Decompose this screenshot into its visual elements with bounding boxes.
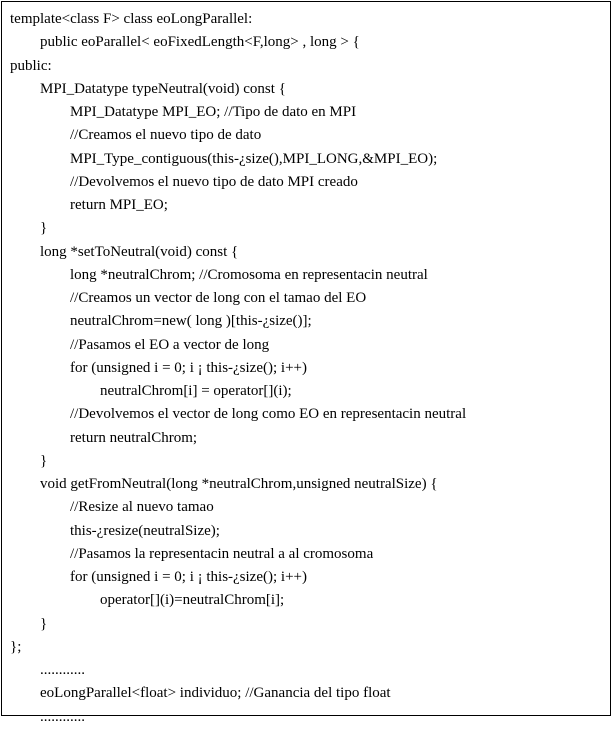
code-line: ............ bbox=[40, 706, 602, 729]
code-line: return neutralChrom; bbox=[70, 427, 602, 450]
code-line: for (unsigned i = 0; i ¡ this-¿size(); i… bbox=[70, 357, 602, 380]
code-line: //Creamos el nuevo tipo de dato bbox=[70, 124, 602, 147]
code-line: MPI_Datatype typeNeutral(void) const { bbox=[40, 78, 602, 101]
code-line: neutralChrom[i] = operator[](i); bbox=[100, 380, 602, 403]
code-line: public: bbox=[10, 55, 602, 78]
code-line: operator[](i)=neutralChrom[i]; bbox=[100, 589, 602, 612]
code-line: } bbox=[40, 613, 602, 636]
code-line: this-¿resize(neutralSize); bbox=[70, 520, 602, 543]
code-listing-frame: template<class F> class eoLongParallel: … bbox=[1, 1, 611, 716]
code-line: ............ bbox=[40, 659, 602, 682]
code-line: template<class F> class eoLongParallel: bbox=[10, 8, 602, 31]
code-line: eoLongParallel<float> individuo; //Ganan… bbox=[40, 682, 602, 705]
code-line: public eoParallel< eoFixedLength<F,long>… bbox=[40, 31, 602, 54]
code-line: //Pasamos el EO a vector de long bbox=[70, 334, 602, 357]
code-line: void getFromNeutral(long *neutralChrom,u… bbox=[40, 473, 602, 496]
code-line: neutralChrom=new( long )[this-¿size()]; bbox=[70, 310, 602, 333]
code-line: MPI_Type_contiguous(this-¿size(),MPI_LON… bbox=[70, 148, 602, 171]
code-line: MPI_Datatype MPI_EO; //Tipo de dato en M… bbox=[70, 101, 602, 124]
code-line: } bbox=[40, 450, 602, 473]
code-line: //Creamos un vector de long con el tamao… bbox=[70, 287, 602, 310]
code-line: //Pasamos la representacin neutral a al … bbox=[70, 543, 602, 566]
code-line: }; bbox=[10, 636, 602, 659]
code-line: for (unsigned i = 0; i ¡ this-¿size(); i… bbox=[70, 566, 602, 589]
code-line: long *setToNeutral(void) const { bbox=[40, 241, 602, 264]
code-line: long *neutralChrom; //Cromosoma en repre… bbox=[70, 264, 602, 287]
code-line: return MPI_EO; bbox=[70, 194, 602, 217]
code-line: //Devolvemos el nuevo tipo de dato MPI c… bbox=[70, 171, 602, 194]
code-line: //Resize al nuevo tamao bbox=[70, 496, 602, 519]
code-line: } bbox=[40, 217, 602, 240]
code-line: //Devolvemos el vector de long como EO e… bbox=[70, 403, 602, 426]
